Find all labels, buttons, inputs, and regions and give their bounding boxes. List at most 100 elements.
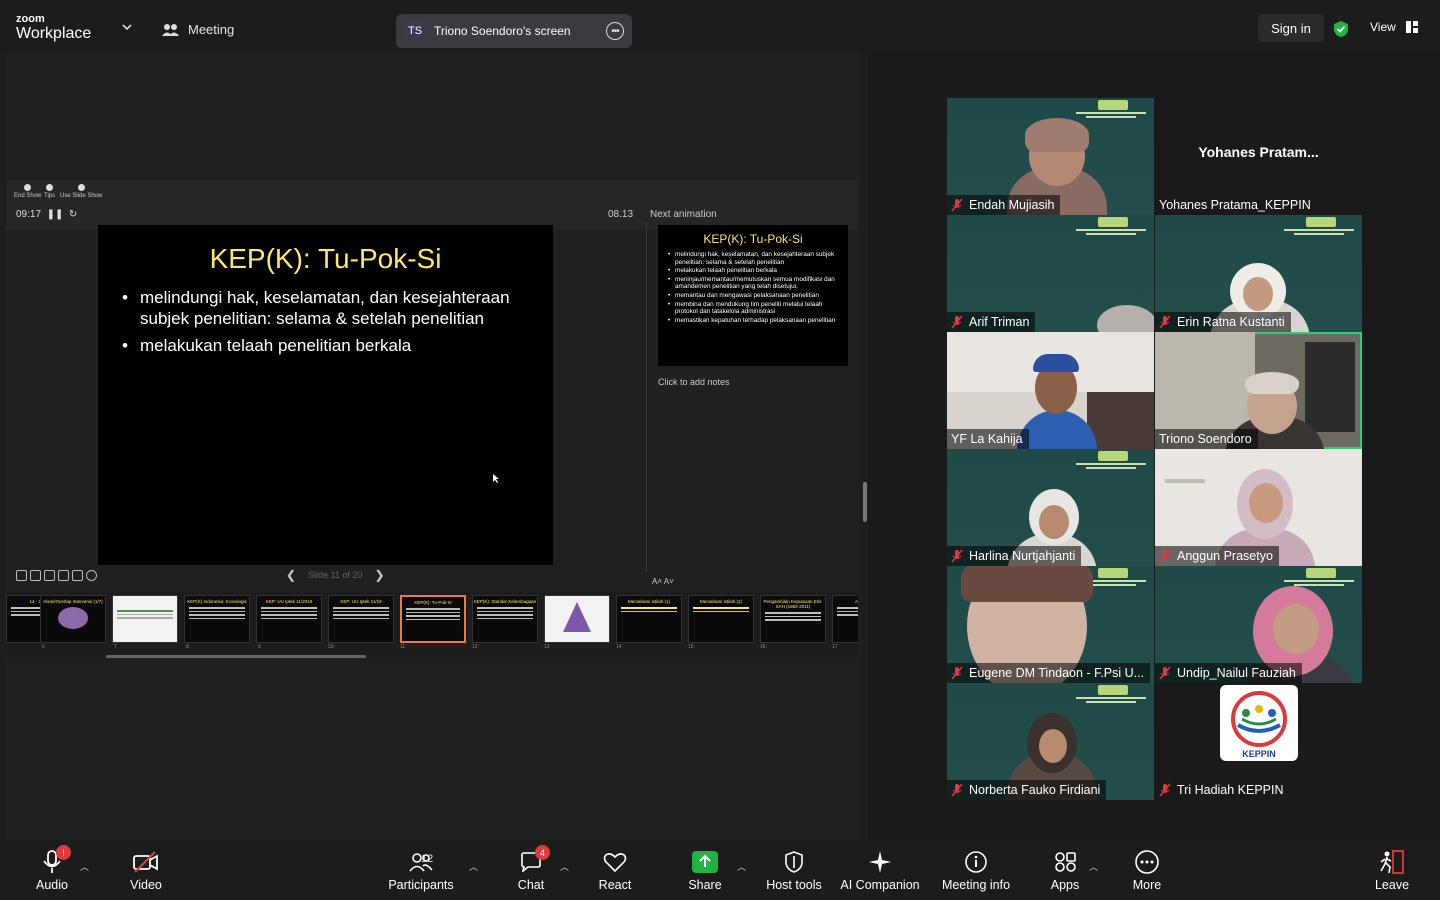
thumbnail-lines [189,607,245,619]
meeting-label: Meeting [188,22,235,37]
share-button[interactable]: Share [686,840,724,900]
participant-tile[interactable]: Arif Triman [947,215,1154,332]
pyramid-diagram-icon [563,602,591,632]
pane-divider[interactable] [646,222,647,572]
slide-thumbnail[interactable]: Memahami Istilah (1) [616,595,682,643]
chevron-down-icon[interactable] [122,22,132,32]
chat-unread-badge: 4 [535,845,550,860]
thumbnail-title: KEP(K) Indonesia: Kronologis [187,599,247,604]
participant-tile[interactable]: Norberta Fauko Firdiani [947,683,1154,800]
subtitles-icon[interactable] [58,570,69,581]
more-options-icon[interactable]: ••• [606,22,624,40]
use-slide-show-tool[interactable]: Use Slide Show [60,184,102,199]
current-slide: KEP(K): Tu-Pok-Si melindungi hak, kesela… [98,225,553,565]
slide-thumbnail[interactable]: Alasan Tu [832,595,858,643]
thumbnail-lines [333,607,389,619]
participant-name: Erin Ratna Kustanti [1177,315,1285,329]
slide-thumbnail[interactable]: KEP: UU Iptek 11/19 [328,595,394,643]
keppin-banner [1076,685,1146,709]
share-options-caret-icon[interactable]: ︿ [737,860,746,873]
black-screen-icon[interactable] [72,570,83,581]
info-icon [963,849,989,875]
laser-pointer-icon[interactable] [44,570,55,581]
participant-tile[interactable]: YF La Kahija [947,332,1154,449]
tips-tool[interactable]: Tips [44,184,55,199]
slide-thumbnail-active[interactable]: KEP(K): Tu-Pok-Si [400,595,466,643]
participant-tile[interactable]: KEPPIN Tri Hadiah KEPPIN [1155,683,1362,800]
video-off-icon [133,849,159,875]
slide-thumbnail[interactable]: KEP: UU Iptek 11/2019 [256,595,322,643]
sign-in-button[interactable]: Sign in [1258,14,1324,42]
participant-tile-active-speaker[interactable]: Triono Soendoro [1155,332,1362,449]
view-button[interactable]: View [1370,20,1418,34]
participant-tile[interactable]: Anggun Prasetyo [1155,449,1362,566]
font-size-controls[interactable]: A˄ A˅ [652,577,674,586]
previous-slide-icon[interactable]: ❮ [286,568,296,582]
encryption-shield-icon[interactable] [1332,20,1350,38]
slide-bullet: melakukan telaah penelitian berkala [122,335,542,356]
host-tools-button[interactable]: Host tools [764,840,824,900]
participant-tile[interactable]: Erin Ratna Kustanti [1155,215,1362,332]
sparkle-icon [867,849,893,875]
apps-button[interactable]: Apps [1046,840,1084,900]
more-button[interactable]: More [1128,840,1166,900]
mouse-cursor-icon [493,474,499,483]
more-label: More [1132,878,1162,892]
react-button[interactable]: React [596,840,634,900]
meeting-menu[interactable]: Meeting [162,22,234,37]
participant-tile[interactable]: Undip_Nailul Fauziah [1155,566,1362,683]
apps-options-caret-icon[interactable]: ︿ [1089,860,1098,873]
splitter-handle[interactable] [863,482,867,522]
audio-options-caret-icon[interactable]: ︿ [80,860,89,873]
slide-thumbnail[interactable]: KEP(K) Indonesia: Kronologis [184,595,250,643]
pause-icon[interactable]: ❚❚ [44,209,64,220]
presenter-avatar: TS [404,20,426,42]
thumbnail-scrollbar[interactable] [106,655,366,658]
slide-thumbnail[interactable]: KEP(K): Standar Kelembagaan [472,595,538,643]
video-button[interactable]: Video [124,840,168,900]
participant-tile[interactable]: Yohanes Pratam... Yohanes Pratama_KEPPIN [1155,98,1362,215]
thumbnail-title: Irisan/Overlap Intervensi (1/7) [43,599,103,604]
more-icon[interactable] [86,570,97,581]
slide-thumbnail[interactable]: Irisan/Overlap Intervensi (1/7) [40,595,106,643]
participant-name: Harlina Nurtjahjanti [969,549,1076,563]
participant-name: Arif Triman [969,315,1030,329]
speaker-notes[interactable]: Click to add notes [658,377,730,387]
participant-tile[interactable]: Endah Mujiasih [947,98,1154,215]
mic-muted-icon [1159,549,1171,563]
slide-thumbnail[interactable] [112,595,178,643]
participant-name-label: Endah Mujiasih [947,195,1061,215]
chat-button[interactable]: 4 Chat [512,840,550,900]
slide-thumbnail[interactable] [544,595,610,643]
keppin-logo-graphic: KEPPIN [1231,691,1287,759]
pen-icon[interactable] [16,570,27,581]
video-gallery: Endah Mujiasih Yohanes Pratam... Yohanes… [870,52,1440,840]
thumbnail-lines [117,610,173,619]
participant-tile[interactable]: Eugene DM Tindaon - F.Psi U... [947,566,1154,683]
zoom-icon[interactable] [30,570,41,581]
next-slide-icon[interactable]: ❯ [374,568,384,582]
top-bar: zoom Workplace Meeting TS Triono Soendor… [0,0,1440,52]
chat-options-caret-icon[interactable]: ︿ [560,860,569,873]
restart-icon[interactable]: ↻ [66,209,77,220]
share-icon-bg [692,851,718,873]
person-head [1273,604,1319,654]
shared-screen-indicator[interactable]: TS Triono Soendoro's screen ••• [396,14,632,48]
meeting-info-button[interactable]: Meeting info [940,840,1012,900]
audio-button[interactable]: ! Audio [30,840,74,900]
participants-label: Participants [388,878,454,892]
slide-thumbnail[interactable]: Pengambilan Keputusan Etis: SAH (1982-20… [760,595,826,643]
participants-options-caret-icon[interactable]: ︿ [469,860,478,873]
participant-tile[interactable]: Harlina Nurtjahjanti [947,449,1154,566]
leave-button[interactable]: Leave [1372,840,1412,900]
share-screen-icon [692,849,718,875]
end-show-tool[interactable]: End Show [14,184,41,199]
participants-button[interactable]: 12 Participants [388,840,454,900]
ai-companion-button[interactable]: AI Companion [840,840,920,900]
presentation-timer: 09:17 ❚❚ ↻ [16,209,77,220]
grid-view-icon [1405,21,1418,33]
next-animation-label: Next animation [650,209,717,220]
keppin-banner [1284,217,1354,241]
slide-thumbnail[interactable]: Memahami Istilah (2) [688,595,754,643]
logo-zoom-text: zoom [16,13,45,25]
